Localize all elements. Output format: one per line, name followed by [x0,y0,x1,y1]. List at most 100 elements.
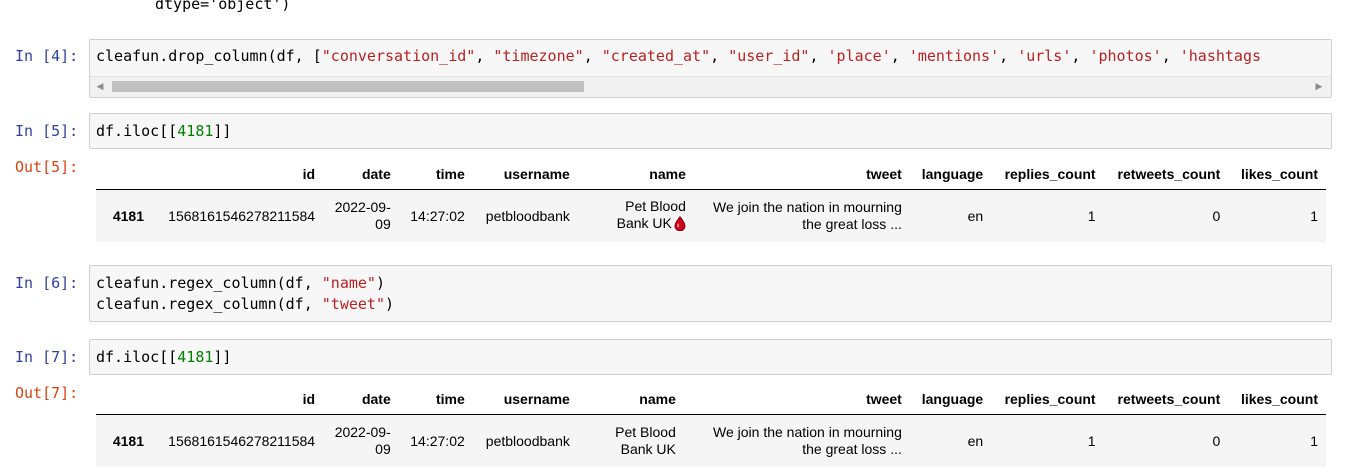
cell-time: 14:27:02 [398,414,473,467]
code-string: 'place' [827,47,891,65]
cell-date: 2022-09- 09 [323,414,399,467]
table-row: 4181 1568161546278211584 2022-09- 09 14:2… [96,414,1326,467]
column-header-language: language [909,159,992,190]
code-string: 'hashtags [1179,47,1262,65]
column-header-replies-count: replies_count [991,384,1104,415]
cell-tweet: We join the nation in mourning the great … [693,189,910,242]
blood-drop-icon [674,215,686,235]
code-text: cleafun.regex_column(df, [96,274,322,292]
cell-replies-count: 1 [991,189,1104,242]
code-cell-7-source[interactable]: df.iloc[[4181]] [90,340,1331,368]
code-number: 4181 [177,122,214,140]
scroll-left-icon[interactable]: ◀ [92,77,108,96]
cell-language: en [909,189,992,242]
column-header-retweets-count: retweets_count [1103,159,1229,190]
column-header-id: id [152,159,324,190]
column-header-tweet: tweet [683,384,910,415]
table-row: 4181 1568161546278211584 2022-09- 09 14:2… [96,189,1326,242]
code-string: 'mentions' [908,47,1000,65]
code-cell-4-source[interactable]: cleafun.drop_column(df, ["conversation_i… [90,40,1331,67]
code-string: "user_id" [728,47,810,65]
dataframe-output-5: id date time username name tweet languag… [96,159,1326,242]
column-header-time: time [398,159,473,190]
name-line1: Pet Blood [625,197,686,214]
column-header-retweets-count: retweets_count [1103,384,1229,415]
column-header-name: name [577,384,684,415]
name-line2: Bank UK [620,441,676,457]
cell-7-in-prompt: In [7]: [15,348,79,366]
code-cell-6[interactable]: cleafun.regex_column(df, "name") cleafun… [89,265,1332,322]
code-string: "timezone" [493,47,584,65]
cell-tweet: We join the nation in mourning the great … [683,414,910,467]
cell-name: Pet Blood Bank UK [577,189,694,242]
tweet-line1: We join the nation in mourning [713,199,902,215]
code-text: , [1071,47,1090,65]
code-string: "conversation_id" [321,47,476,65]
previous-output-text: dtype='object') [155,0,291,13]
cell-likes-count: 1 [1228,189,1326,242]
code-string: "created_at" [601,47,711,65]
cell-likes-count: 1 [1228,414,1326,467]
column-header-replies-count: replies_count [991,159,1104,190]
cell-date: 2022-09- 09 [323,189,399,242]
table-header-row: id date time username name tweet languag… [96,159,1326,190]
scrollbar-thumb[interactable] [112,81,584,92]
table-header-row: id date time username name tweet languag… [96,384,1326,415]
tweet-line1: We join the nation in mourning [713,424,902,440]
code-text: , [1161,47,1180,65]
scroll-right-icon[interactable]: ▶ [1311,77,1327,96]
dataframe-output-7: id date time username name tweet languag… [96,384,1326,467]
code-cell-5[interactable]: df.iloc[[4181]] [89,113,1332,149]
row-index: 4181 [96,189,152,242]
cell-7-out-prompt: Out[7]: [15,384,79,402]
code-text: , [583,47,602,65]
cell-retweets-count: 0 [1103,414,1229,467]
code-text: , [809,47,828,65]
code-string: "name" [321,274,376,292]
code-text: cleafun.drop_column(df, [ [96,47,322,65]
row-index: 4181 [96,414,152,467]
cell-5-out-prompt: Out[5]: [15,158,79,176]
column-header-language: language [909,384,992,415]
column-header-date: date [323,159,399,190]
code-cell-6-source[interactable]: cleafun.regex_column(df, "name") cleafun… [90,266,1331,315]
code-cell-5-source[interactable]: df.iloc[[4181]] [90,114,1331,142]
cell-time: 14:27:02 [398,189,473,242]
cell-4-in-prompt: In [4]: [15,47,79,65]
column-header-tweet: tweet [693,159,910,190]
date-line1: 2022-09- [334,199,391,215]
column-header-likes-count: likes_count [1228,159,1326,190]
code-text: df.iloc[[ [96,122,178,140]
cell-username: petbloodbank [472,414,578,467]
code-number: 4181 [177,348,214,366]
code-text: , [999,47,1018,65]
code-cell-7[interactable]: df.iloc[[4181]] [89,339,1332,375]
date-line2: 09 [375,216,391,232]
code-string: "tweet" [321,295,385,313]
column-header-likes-count: likes_count [1228,384,1326,415]
name-line1: Pet Blood [615,424,676,440]
code-cell-4[interactable]: cleafun.drop_column(df, ["conversation_i… [89,39,1332,98]
code-text: , [710,47,729,65]
cell-id: 1568161546278211584 [152,189,324,242]
column-header-time: time [398,384,473,415]
column-header-index [96,159,152,190]
column-header-date: date [323,384,399,415]
code-string: 'urls' [1017,47,1072,65]
column-header-username: username [472,159,578,190]
horizontal-scrollbar[interactable]: ◀ ▶ [90,76,1331,97]
cell-6-in-prompt: In [6]: [15,274,79,292]
column-header-index [96,384,152,415]
cell-retweets-count: 0 [1103,189,1229,242]
cell-5-in-prompt: In [5]: [15,122,79,140]
code-text: ]] [213,122,232,140]
code-text: ) [375,274,385,292]
column-header-id: id [152,384,324,415]
code-text: , [890,47,909,65]
cell-replies-count: 1 [991,414,1104,467]
cell-language: en [909,414,992,467]
date-line1: 2022-09- [334,424,391,440]
code-text: , [475,47,494,65]
column-header-name: name [577,159,694,190]
cell-username: petbloodbank [472,189,578,242]
